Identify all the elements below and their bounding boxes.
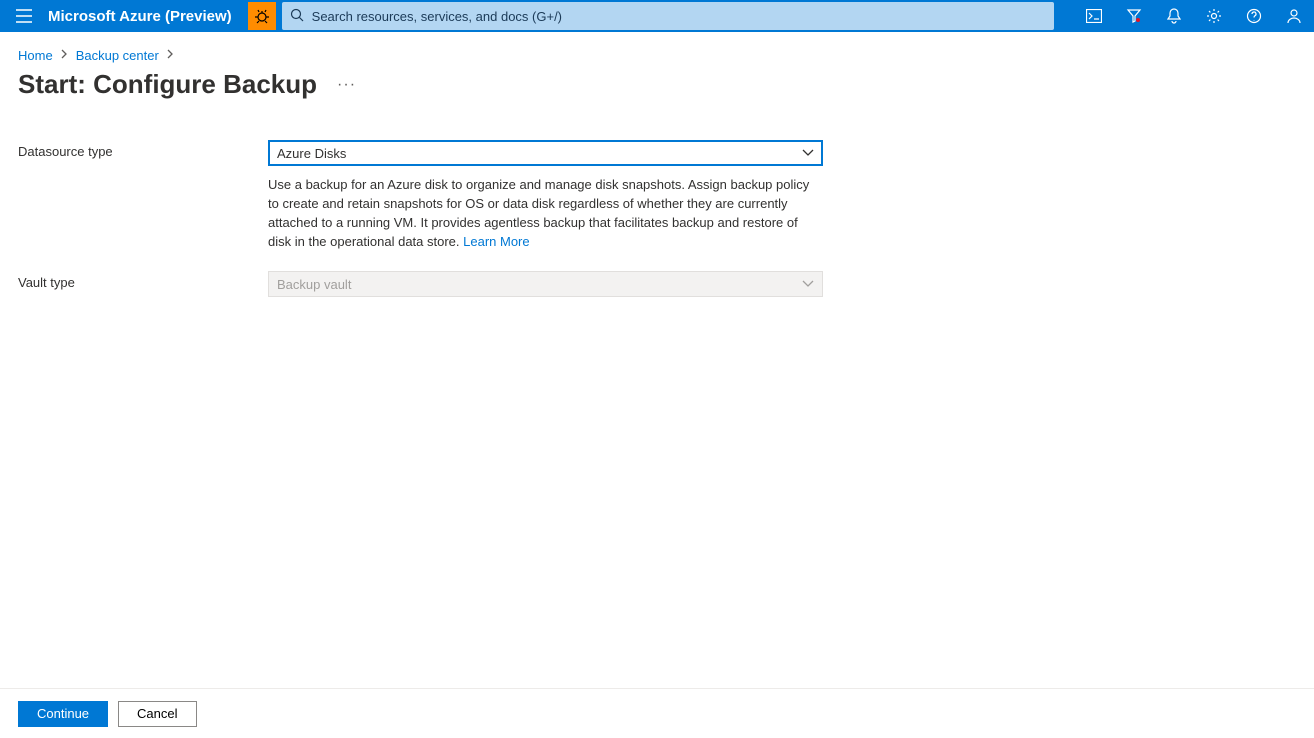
account-button[interactable] (1274, 0, 1314, 32)
vault-type-row: Vault type Backup vault (18, 271, 1296, 297)
notifications-button[interactable] (1154, 0, 1194, 32)
vault-type-select: Backup vault (268, 271, 823, 297)
gear-icon (1206, 8, 1222, 24)
page-title-row: Start: Configure Backup ··· (18, 69, 1296, 100)
help-button[interactable] (1234, 0, 1274, 32)
brand-label[interactable]: Microsoft Azure (Preview) (48, 8, 248, 25)
help-icon (1246, 8, 1262, 24)
person-icon (1286, 8, 1302, 24)
vault-type-label: Vault type (18, 271, 268, 290)
datasource-type-label: Datasource type (18, 140, 268, 159)
search-icon (290, 8, 304, 25)
chevron-down-icon (802, 149, 814, 157)
hamburger-icon (16, 9, 32, 23)
breadcrumb-home[interactable]: Home (18, 48, 53, 63)
bell-icon (1167, 8, 1181, 24)
datasource-type-select[interactable]: Azure Disks (268, 140, 823, 166)
page-title: Start: Configure Backup (18, 69, 317, 100)
datasource-help-text: Use a backup for an Azure disk to organi… (268, 176, 823, 251)
breadcrumb-backup-center[interactable]: Backup center (76, 48, 159, 63)
continue-button[interactable]: Continue (18, 701, 108, 727)
search-input[interactable] (304, 9, 1046, 24)
breadcrumb: Home Backup center (18, 48, 1296, 63)
datasource-type-value: Azure Disks (277, 146, 346, 161)
directory-filter-button[interactable] (1114, 0, 1154, 32)
ellipsis-icon: ··· (337, 76, 356, 93)
footer-bar: Continue Cancel (0, 688, 1314, 738)
top-bar: Microsoft Azure (Preview) (0, 0, 1314, 32)
page-content: Home Backup center Start: Configure Back… (0, 32, 1314, 688)
chevron-right-icon (167, 49, 174, 62)
cancel-button[interactable]: Cancel (118, 701, 196, 727)
top-icon-bar (1074, 0, 1314, 32)
settings-button[interactable] (1194, 0, 1234, 32)
chevron-down-icon (802, 280, 814, 288)
chevron-right-icon (61, 49, 68, 62)
filter-icon (1126, 8, 1142, 24)
vault-type-value: Backup vault (277, 277, 351, 292)
datasource-type-row: Datasource type Azure Disks Use a backup… (18, 140, 1296, 251)
learn-more-link[interactable]: Learn More (463, 234, 529, 249)
cloud-shell-button[interactable] (1074, 0, 1114, 32)
global-search[interactable] (282, 2, 1054, 30)
hamburger-menu[interactable] (0, 0, 48, 32)
bug-icon (254, 8, 270, 24)
preview-bug-button[interactable] (248, 2, 276, 30)
more-actions-button[interactable]: ··· (333, 72, 360, 98)
cloud-shell-icon (1086, 9, 1102, 23)
